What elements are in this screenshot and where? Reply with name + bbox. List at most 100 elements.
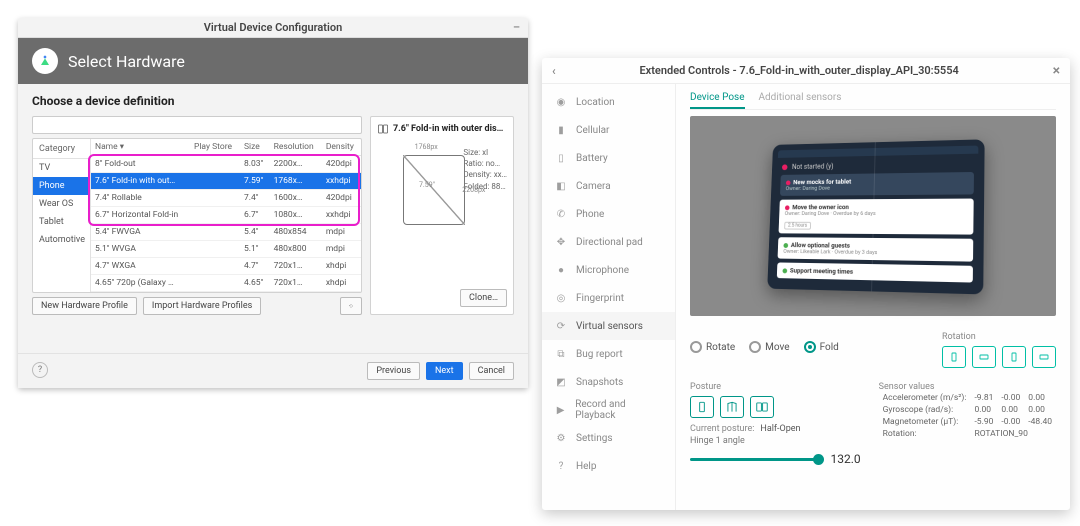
cancel-button[interactable]: Cancel [469, 362, 514, 380]
col-resolution[interactable]: Resolution [270, 139, 322, 156]
category-automotive[interactable]: Automotive [33, 231, 90, 249]
sidebar-item-camera[interactable]: ◧Camera [542, 172, 675, 200]
device-cell-size: 5.4" [240, 224, 270, 241]
previous-button[interactable]: Previous [367, 362, 420, 380]
rotation-270-button[interactable] [1032, 346, 1056, 368]
spec-ratio: Ratio: no… [463, 158, 507, 169]
spec-density: Density: xx… [463, 169, 507, 180]
sidebar-item-directional-pad[interactable]: ✥Directional pad [542, 228, 675, 256]
phone-icon: ✆ [554, 207, 568, 221]
device-cell-name: 7.6" Fold-in with out… [91, 173, 190, 190]
sidebar-item-help[interactable]: ?Help [542, 452, 675, 480]
clone-button[interactable]: Clone… [460, 289, 507, 307]
vdc-subtitle: Choose a device definition [32, 94, 514, 108]
col-name[interactable]: Name ▾ [91, 139, 190, 156]
sidebar-item-battery[interactable]: ▯Battery [542, 144, 675, 172]
tab-additional-sensors[interactable]: Additional sensors [759, 92, 842, 109]
mock-card: New mocks for tabletOwner: Daring Dove [780, 172, 974, 196]
device-cell-play [190, 275, 240, 292]
rotation-90-button[interactable] [972, 346, 996, 368]
sidebar-item-label: Location [576, 97, 615, 108]
sidebar-item-phone[interactable]: ✆ Phone [542, 200, 675, 228]
microphone-icon: ● [554, 263, 568, 277]
device-row[interactable]: 5.1" WVGA5.1"480x800mdpi [91, 241, 361, 258]
sidebar-item-cellular[interactable]: ▮Cellular [542, 116, 675, 144]
device-cell-name: 6.7" Horizontal Fold-in [91, 207, 190, 224]
mock-statusbar [778, 146, 978, 158]
device-cell-density: mdpi [322, 224, 361, 241]
preview-title: 7.6" Fold-in with outer dis… [393, 124, 503, 134]
rotation-0-button[interactable] [942, 346, 966, 368]
tab-device-pose[interactable]: Device Pose [690, 92, 745, 109]
device-row[interactable]: 4.65" 720p (Galaxy …4.65"720x1…xhdpi [91, 275, 361, 292]
close-icon[interactable]: × [1053, 63, 1060, 79]
device-cell-density: mdpi [322, 241, 361, 258]
ec-window-title: Extended Controls - 7.6_Fold-in_with_out… [566, 64, 1053, 77]
android-studio-icon [32, 48, 58, 74]
radio-fold[interactable]: Fold [804, 341, 839, 353]
device-row[interactable]: 7.4" Rollable7.4"1600x…420dpi [91, 190, 361, 207]
back-icon[interactable]: ‹ [552, 64, 556, 78]
device-row[interactable]: 5.4" FWVGA5.4"480x854mdpi [91, 224, 361, 241]
sidebar-item-settings[interactable]: ⚙Settings [542, 424, 675, 452]
settings-icon: ⚙ [554, 431, 568, 445]
sidebar-item-label: Bug report [576, 349, 623, 360]
device-row[interactable]: 4.7" WXGA4.7"720x1…xhdpi [91, 258, 361, 275]
col-playstore[interactable]: Play Store [190, 139, 240, 156]
col-density[interactable]: Density [322, 139, 361, 156]
vdc-header-title: Select Hardware [68, 52, 185, 71]
sidebar-item-label: Virtual sensors [576, 321, 643, 332]
category-phone[interactable]: Phone [33, 177, 90, 195]
sidebar-item-virtual-sensors[interactable]: ⟳Virtual sensors [542, 312, 675, 340]
sidebar-item-bug-report[interactable]: ⧉Bug report [542, 340, 675, 368]
next-button[interactable]: Next [426, 362, 463, 380]
sidebar-item-record-and-playback[interactable]: ▶Record and Playback [542, 396, 675, 424]
sidebar-item-label: Phone [576, 209, 604, 220]
device-row[interactable]: 8" Fold-out8.03"2200x…420dpi [91, 156, 361, 173]
device-row[interactable]: 7.6" Fold-in with out…7.59"1768x…xxhdpi [91, 173, 361, 190]
device-cell-density: xhdpi [322, 275, 361, 292]
radio-rotate[interactable]: Rotate [690, 341, 735, 353]
sidebar-item-label: Directional pad [576, 237, 643, 248]
device-cell-res: 720x1… [270, 258, 322, 275]
hinge-label: Hinge 1 angle [690, 436, 861, 446]
device-search-input[interactable] [32, 116, 362, 134]
device-cell-res: 720x1… [270, 275, 322, 292]
device-row[interactable]: 6.7" Horizontal Fold-in6.7"1080x…xxhdpi [91, 207, 361, 224]
new-hardware-profile-button[interactable]: New Hardware Profile [32, 297, 137, 315]
ec-sidebar: ◉Location▮Cellular▯Battery◧Camera ✆ Phone ✥… [542, 84, 676, 510]
radio-move[interactable]: Move [749, 341, 789, 353]
sidebar-item-label: Record and Playback [575, 399, 663, 421]
category-tablet[interactable]: Tablet [33, 213, 90, 231]
posture-open-button[interactable] [750, 396, 774, 418]
sensor-values-table: Accelerometer (m/s²):-9.81-0.000.00 Gyro… [879, 392, 1056, 440]
current-posture-label: Current posture: [690, 424, 754, 434]
camera-icon: ◧ [554, 179, 568, 193]
device-cell-density: 420dpi [322, 156, 361, 173]
device-cell-name: 5.4" FWVGA [91, 224, 190, 241]
help-button[interactable]: ? [32, 362, 48, 378]
posture-halfopen-button[interactable] [720, 396, 744, 418]
sidebar-item-fingerprint[interactable]: ◎Fingerprint [542, 284, 675, 312]
device-cell-name: 4.7" WXGA [91, 258, 190, 275]
import-hardware-profiles-button[interactable]: Import Hardware Profiles [143, 297, 261, 315]
ec-titlebar: ‹ Extended Controls - 7.6_Fold-in_with_o… [542, 58, 1070, 84]
device-3d-model[interactable]: Not started (y) New mocks for tabletOwne… [767, 139, 984, 294]
device-cell-name: 8" Fold-out [91, 156, 190, 173]
sidebar-item-location[interactable]: ◉Location [542, 88, 675, 116]
device-cell-play [190, 224, 240, 241]
minimize-icon[interactable]: – [513, 18, 520, 38]
device-cell-size: 6.7" [240, 207, 270, 224]
posture-closed-button[interactable] [690, 396, 714, 418]
hinge-angle-slider[interactable] [690, 458, 823, 461]
refresh-button[interactable] [340, 297, 362, 315]
device-table: Name ▾ Play Store Size Resolution Densit… [91, 139, 361, 292]
sidebar-item-microphone[interactable]: ●Microphone [542, 256, 675, 284]
pose-canvas[interactable]: Not started (y) New mocks for tabletOwne… [690, 116, 1056, 316]
rotation-180-button[interactable] [1002, 346, 1026, 368]
category-wear-os[interactable]: Wear OS [33, 195, 90, 213]
category-tv[interactable]: TV [33, 159, 90, 177]
col-size[interactable]: Size [240, 139, 270, 156]
sidebar-item-snapshots[interactable]: ◩Snapshots [542, 368, 675, 396]
device-cell-name: 5.1" WVGA [91, 241, 190, 258]
